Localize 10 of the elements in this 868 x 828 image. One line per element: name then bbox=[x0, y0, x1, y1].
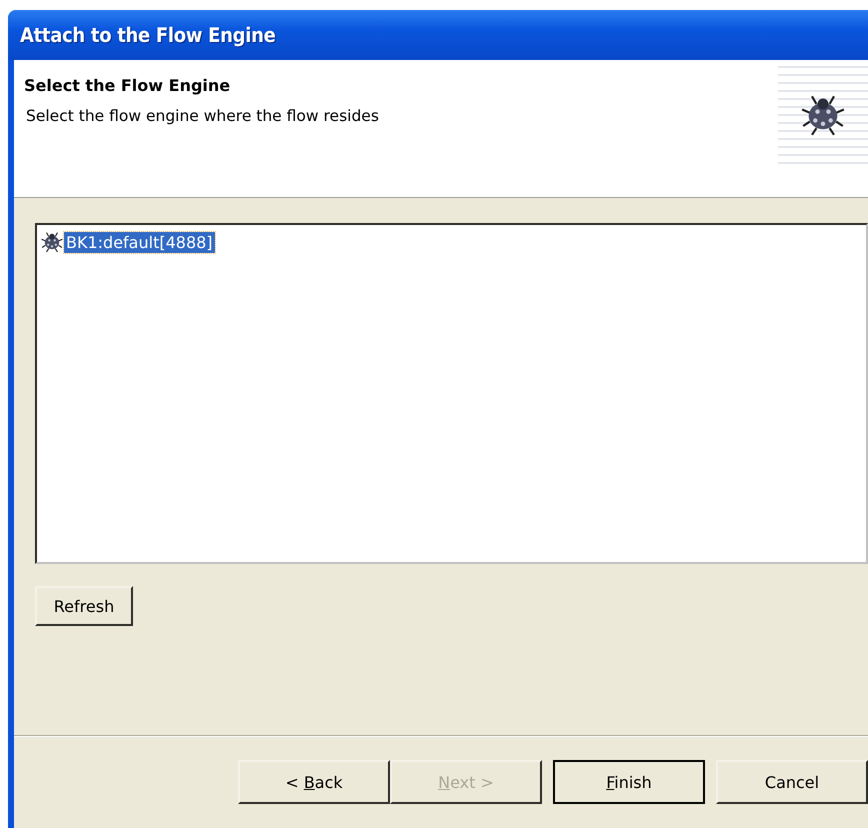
ladybug-icon bbox=[801, 93, 845, 137]
wizard-button[interactable]: < Back bbox=[238, 760, 390, 804]
engine-item[interactable]: BK1:default[4888] bbox=[64, 232, 215, 252]
wizard-button[interactable]: Finish bbox=[553, 760, 705, 804]
page-description: Select the flow engine where the flow resides bbox=[25, 107, 379, 125]
bug-icon bbox=[41, 231, 63, 253]
refresh-button[interactable]: Refresh bbox=[35, 586, 133, 626]
window-title: Attach to the Flow Engine bbox=[20, 23, 276, 47]
wizard-button[interactable]: Cancel bbox=[716, 760, 868, 804]
page-title: Select the Flow Engine bbox=[24, 76, 232, 95]
